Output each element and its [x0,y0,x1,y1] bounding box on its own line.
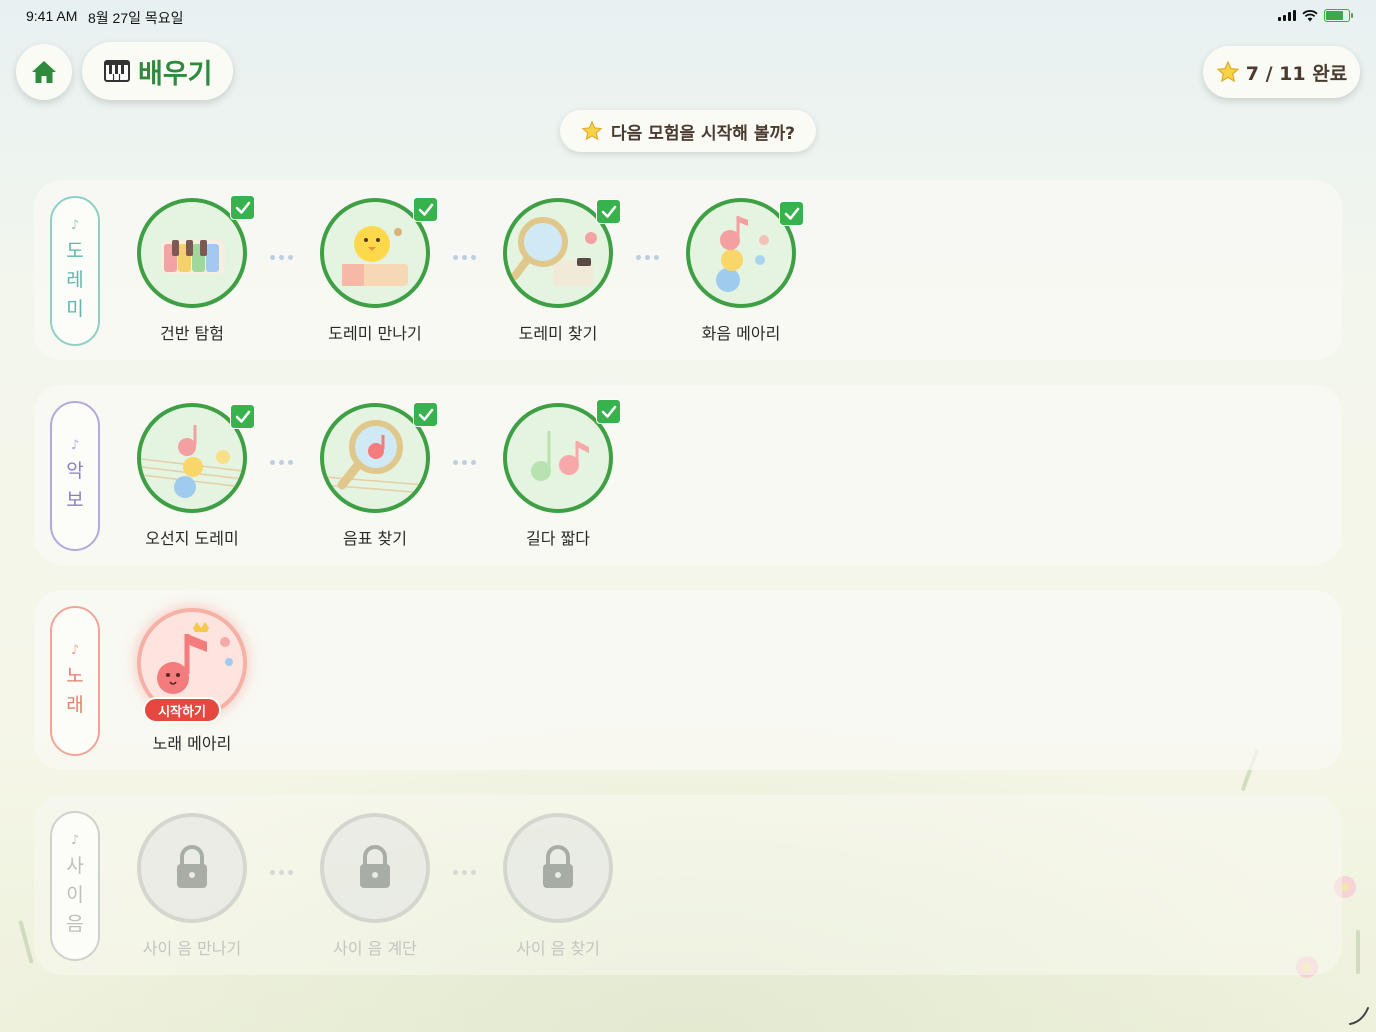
lesson-item-locked: 사이 음 만나기 [127,813,257,959]
long-short-notes-icon [531,431,589,481]
lesson-row-doremi: ♪ 도레미 건반 탐험 도레미 만나기 도레미 찾기 화음 메아리 [34,180,1342,360]
completed-check-icon [596,199,621,224]
music-note-icon: ♪ [70,437,80,453]
lesson-item-locked: 사이 음 계단 [310,813,440,959]
lesson-row-score: ♪ 악보 오선지 도레미 음표 찾기 길다 짧다 [34,385,1342,565]
learn-title-pill: 배우기 [82,42,233,100]
row-label-text: 노래 [66,664,84,716]
lock-icon [360,845,390,888]
magnifier-keys-icon [511,217,597,286]
signal-icon [1278,10,1296,21]
piano-keys-icon [161,240,225,274]
notes-on-staff-icon [141,425,243,498]
row-label-text: 악보 [66,459,84,511]
lesson-item[interactable]: 길다 짧다 [493,403,623,549]
star-icon [1216,60,1240,83]
lesson-item[interactable]: 시작하기 노래 메아리 [127,608,257,754]
music-note-icon: ♪ [70,218,80,233]
music-note-icon: ♪ [70,642,80,658]
lesson-name: 화음 메아리 [701,324,781,343]
row-label: ♪ 악보 [50,401,100,551]
status-bar: 9:41 AM 8월 27일 목요일 [0,0,1376,32]
home-icon [32,61,56,83]
lesson-name: 사이 음 찾기 [516,939,600,958]
chick-on-keys-icon [342,226,408,286]
row-label: ♪ 노래 [50,606,100,756]
completed-check-icon [230,404,255,429]
lesson-item-locked: 사이 음 찾기 [493,813,623,959]
lesson-name: 도레미 찾기 [518,324,598,343]
row-label-text: 도레미 [66,240,84,320]
status-icons [1278,9,1353,22]
progress-badge: 7 / 11 완료 [1203,46,1360,98]
lock-icon [543,845,573,888]
page-title: 배우기 [138,58,213,90]
completed-check-icon [779,201,804,226]
completed-check-icon [413,402,438,427]
lesson-name: 노래 메아리 [152,734,232,753]
path-dots [270,255,293,260]
completed-check-icon [413,197,438,222]
battery-charging-icon [1324,9,1353,22]
grass-decoration [1356,930,1360,974]
lesson-row-song: ♪ 노래 시작하기 노래 메아리 [34,590,1342,770]
row-label: ♪ 사이 음 [50,811,100,961]
stacked-notes-icon [716,216,769,292]
music-note-icon: ♪ [70,833,80,848]
lock-icon [177,845,207,888]
next-adventure-hint[interactable]: 다음 모험을 시작해 볼까? [560,110,816,152]
row-label: ♪ 도레미 [50,196,100,346]
lesson-circle [320,813,430,923]
status-date: 8월 27일 목요일 [88,10,184,26]
star-icon [581,120,603,141]
lesson-name: 사이 음 계단 [333,939,417,958]
path-dots [453,870,476,875]
path-dots [453,255,476,260]
lesson-name: 도레미 만나기 [328,324,422,343]
path-dots [270,460,293,465]
lesson-row-between-notes: ♪ 사이 음 사이 음 만나기 사이 음 계단 사이 음 찾기 [34,795,1342,975]
lesson-circle [503,813,613,923]
home-button[interactable] [16,44,72,100]
grass-decoration [18,920,34,964]
lesson-circle [137,813,247,923]
lesson-name: 길다 짧다 [526,529,590,548]
path-dots [636,255,659,260]
magnifier-note-icon [324,420,426,494]
lesson-name: 오선지 도레미 [145,529,239,548]
lesson-name: 음표 찾기 [343,529,407,548]
lesson-name: 사이 음 만나기 [142,939,242,958]
row-label-text: 사이 음 [66,855,84,935]
progress-text: 7 / 11 완료 [1245,62,1348,85]
hint-text: 다음 모험을 시작해 볼까? [610,123,796,144]
status-time: 9:41 AM [26,8,78,24]
path-dots [453,460,476,465]
resize-handle-icon[interactable] [1348,1004,1370,1026]
start-button[interactable]: 시작하기 [143,697,221,723]
completed-check-icon [596,399,621,424]
piano-icon [104,60,130,82]
lesson-name: 건반 탐험 [160,324,224,343]
completed-check-icon [230,195,255,220]
wifi-icon [1302,9,1318,21]
path-dots [270,870,293,875]
